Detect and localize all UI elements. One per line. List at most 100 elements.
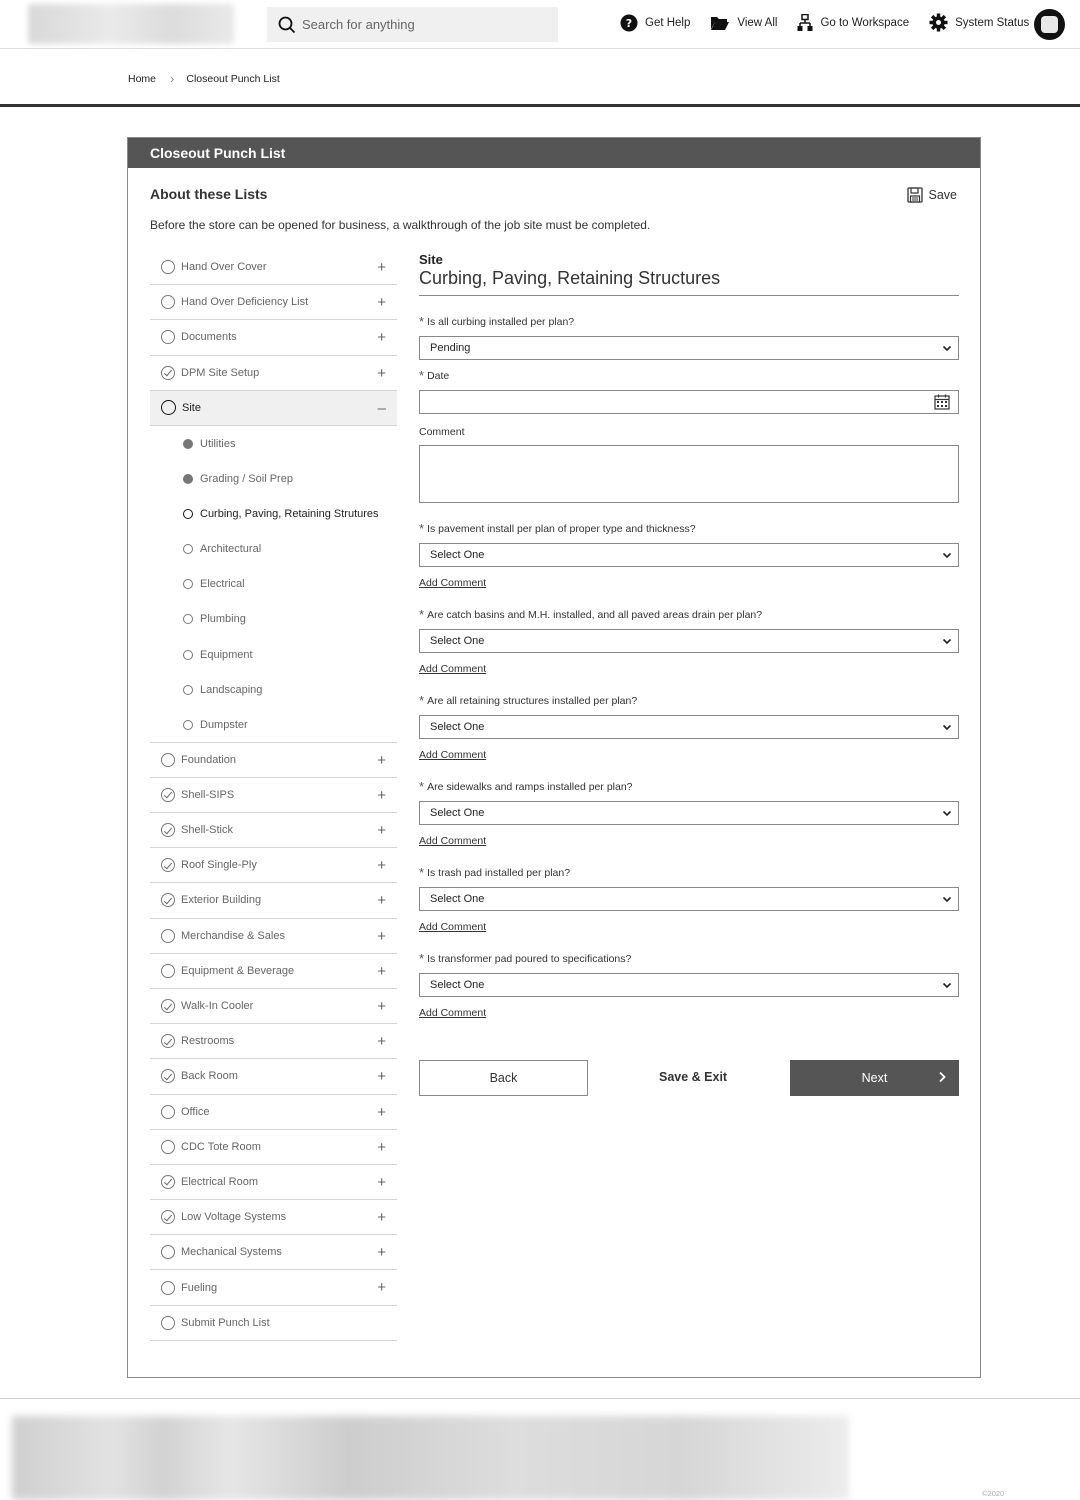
section-nav-label: Site: [182, 401, 201, 414]
get-help-link[interactable]: ? Get Help: [620, 14, 690, 32]
section-nav-item[interactable]: Hand Over Deficiency List +: [150, 285, 397, 321]
section-nav-item[interactable]: Low Voltage Systems +: [150, 1200, 397, 1236]
expand-plus-icon[interactable]: +: [377, 1209, 386, 1226]
add-comment-link[interactable]: Add Comment: [419, 577, 486, 589]
calendar-icon[interactable]: [934, 394, 950, 410]
save-exit-button[interactable]: Save & Exit: [659, 1070, 727, 1084]
subsection-label: Electrical: [200, 578, 245, 591]
expand-plus-icon[interactable]: +: [377, 365, 386, 382]
section-nav-item[interactable]: Restrooms +: [150, 1024, 397, 1060]
subsection-item[interactable]: Electrical: [150, 567, 397, 602]
subsection-item[interactable]: Dumpster: [150, 707, 397, 743]
section-nav-item[interactable]: Shell-Stick +: [150, 813, 397, 849]
date-field[interactable]: [419, 390, 959, 414]
section-nav-item-site[interactable]: Site –: [150, 390, 397, 426]
expand-plus-icon[interactable]: +: [377, 1033, 386, 1050]
avatar[interactable]: [1034, 9, 1065, 40]
section-nav-item-submit[interactable]: Submit Punch List: [150, 1306, 397, 1341]
answer-select[interactable]: Select One: [419, 887, 959, 911]
expand-plus-icon[interactable]: +: [377, 787, 386, 804]
expand-plus-icon[interactable]: +: [377, 1244, 386, 1261]
breadcrumb-home[interactable]: Home: [128, 73, 156, 85]
expand-plus-icon[interactable]: +: [377, 928, 386, 945]
save-button[interactable]: Save: [906, 187, 957, 203]
subsection-item-current[interactable]: Curbing, Paving, Retaining Strutures: [150, 496, 397, 531]
status-complete-dot-icon: [183, 473, 193, 484]
add-comment-link[interactable]: Add Comment: [419, 663, 486, 675]
expand-plus-icon[interactable]: +: [377, 259, 386, 276]
add-comment-link[interactable]: Add Comment: [419, 921, 486, 933]
status-open-icon: [161, 260, 175, 275]
question-text: Is transformer pad poured to specificati…: [427, 953, 632, 965]
section-nav-item[interactable]: Back Room +: [150, 1059, 397, 1095]
view-all-link[interactable]: View All: [710, 15, 777, 31]
section-nav-item[interactable]: CDC Tote Room +: [150, 1130, 397, 1165]
section-nav-item[interactable]: Documents +: [150, 320, 397, 356]
collapse-minus-icon[interactable]: –: [378, 400, 386, 417]
logo[interactable]: [28, 4, 234, 44]
section-nav-item[interactable]: Hand Over Cover +: [150, 250, 397, 286]
section-nav-item[interactable]: Foundation +: [150, 743, 397, 778]
section-nav: Hand Over Cover + Hand Over Deficiency L…: [150, 250, 397, 1341]
section-nav-item[interactable]: DPM Site Setup +: [150, 356, 397, 391]
expand-plus-icon[interactable]: +: [377, 892, 386, 909]
expand-plus-icon[interactable]: +: [377, 1139, 386, 1156]
save-icon: [906, 187, 923, 203]
comment-textarea[interactable]: [419, 445, 959, 503]
answer-select[interactable]: Select One: [419, 801, 959, 825]
add-comment-link[interactable]: Add Comment: [419, 749, 486, 761]
status-check-icon: [161, 1034, 175, 1049]
add-comment-link[interactable]: Add Comment: [419, 835, 486, 847]
status-open-icon: [161, 1245, 175, 1260]
status-open-dot-icon: [183, 649, 193, 660]
expand-plus-icon[interactable]: +: [377, 752, 386, 769]
answer-select[interactable]: Select One: [419, 543, 959, 567]
question-text: Are all retaining structures installed p…: [427, 695, 638, 707]
answer-select[interactable]: Select One: [419, 973, 959, 997]
select-value: Pending: [430, 342, 471, 354]
status-check-icon: [161, 858, 175, 873]
expand-plus-icon[interactable]: +: [377, 1068, 386, 1085]
folder-icon: [711, 16, 730, 30]
expand-plus-icon[interactable]: +: [377, 1279, 386, 1296]
expand-plus-icon[interactable]: +: [377, 822, 386, 839]
section-nav-item[interactable]: Electrical Room +: [150, 1165, 397, 1201]
expand-plus-icon[interactable]: +: [377, 857, 386, 874]
answer-select[interactable]: Select One: [419, 629, 959, 653]
system-status-link[interactable]: System Status: [929, 13, 1029, 32]
select-value: Select One: [430, 721, 485, 733]
select-value: Select One: [430, 807, 485, 819]
section-nav-item[interactable]: Exterior Building +: [150, 883, 397, 919]
question-text: Are catch basins and M.H. installed, and…: [427, 609, 763, 621]
section-nav-label: Office: [181, 1105, 210, 1118]
next-button[interactable]: Next: [790, 1060, 959, 1096]
expand-plus-icon[interactable]: +: [377, 294, 386, 311]
subsection-item[interactable]: Architectural: [150, 532, 397, 567]
answer-select[interactable]: Pending: [419, 336, 959, 360]
section-nav-item[interactable]: Merchandise & Sales +: [150, 919, 397, 954]
section-nav-item[interactable]: Fueling +: [150, 1270, 397, 1306]
status-current-dot-icon: [183, 508, 193, 519]
subsection-item[interactable]: Landscaping: [150, 672, 397, 707]
subsection-item[interactable]: Plumbing: [150, 602, 397, 637]
subsection-item[interactable]: Grading / Soil Prep: [150, 461, 397, 496]
expand-plus-icon[interactable]: +: [377, 963, 386, 980]
section-nav-item[interactable]: Shell-SIPS +: [150, 778, 397, 813]
section-nav-item[interactable]: Roof Single-Ply +: [150, 848, 397, 884]
answer-select[interactable]: Select One: [419, 715, 959, 739]
expand-plus-icon[interactable]: +: [377, 1104, 386, 1121]
chevron-down-icon: [942, 982, 952, 989]
expand-plus-icon[interactable]: +: [377, 329, 386, 346]
expand-plus-icon[interactable]: +: [377, 998, 386, 1015]
subsection-item[interactable]: Equipment: [150, 637, 397, 672]
subsection-item[interactable]: Utilities: [150, 426, 397, 461]
expand-plus-icon[interactable]: +: [377, 1174, 386, 1191]
section-nav-item[interactable]: Equipment & Beverage +: [150, 954, 397, 989]
section-nav-item[interactable]: Office +: [150, 1095, 397, 1130]
add-comment-link[interactable]: Add Comment: [419, 1007, 486, 1019]
search-input[interactable]: Search for anything: [267, 7, 558, 42]
back-button[interactable]: Back: [419, 1060, 588, 1096]
section-nav-item[interactable]: Walk-In Cooler +: [150, 989, 397, 1025]
section-nav-item[interactable]: Mechanical Systems +: [150, 1235, 397, 1271]
go-to-workspace-link[interactable]: Go to Workspace: [797, 13, 909, 32]
